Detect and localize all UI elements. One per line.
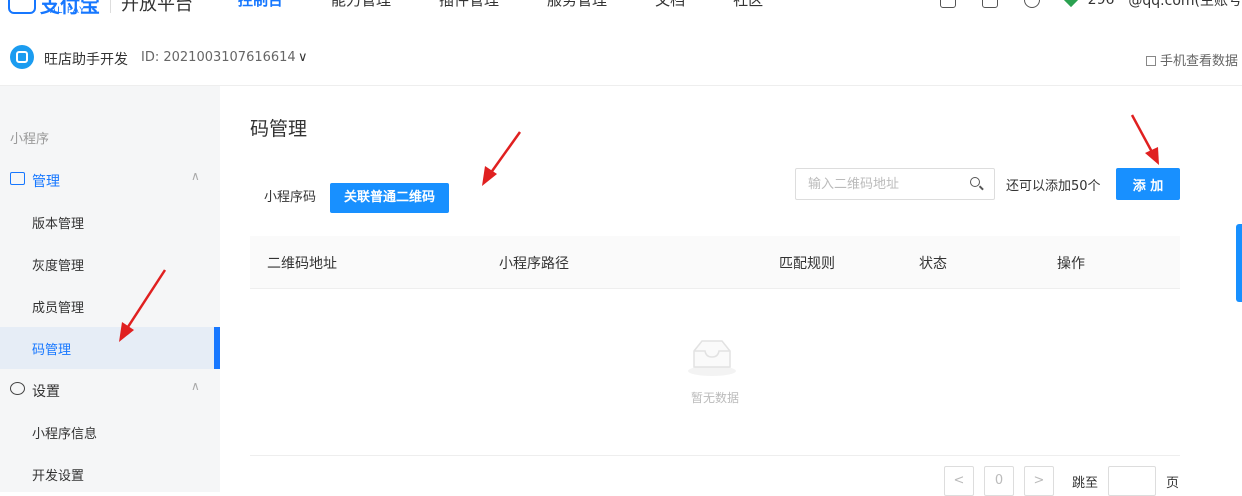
account-name[interactable]: @qq.com(主账号 (1128, 0, 1242, 10)
schedule-icon[interactable] (981, 0, 998, 8)
column-qrcode-url: 二维码地址 (267, 256, 337, 272)
sidebar-item-members[interactable]: 成员管理 (0, 285, 220, 327)
sidebar-item-label: 成员管理 (32, 301, 85, 316)
search-icon[interactable] (1023, 0, 1040, 8)
top-right-tools: 296 @qq.com(主账号 (939, 0, 1242, 10)
sidebar-item-grayscale[interactable]: 灰度管理 (0, 243, 220, 285)
empty-box-icon (688, 340, 736, 376)
tab-mini-program-code[interactable]: 小程序码 (250, 183, 330, 213)
empty-text: 暂无数据 (690, 391, 739, 405)
sidebar-item-app-info[interactable]: 小程序信息 (0, 411, 220, 453)
points-value: 296 (1087, 0, 1115, 8)
qrcode-search-box (795, 168, 995, 200)
sidebar-group-label: 管理 (32, 174, 60, 190)
sidebar-item-version[interactable]: 版本管理 (0, 201, 220, 243)
app-logo-icon (10, 45, 34, 69)
alipay-logo[interactable]: 支付宝 ALIPAY 开放平台 (0, 0, 193, 18)
sidebar-item-label: 灰度管理 (32, 259, 85, 274)
alipay-logo-icon (8, 0, 36, 14)
platform-title: 开放平台 (121, 0, 193, 15)
column-mini-program-path: 小程序路径 (499, 256, 569, 272)
nav-console[interactable]: 控制台 (238, 0, 283, 10)
annotation-arrow-add (1130, 114, 1159, 165)
logo-en-text: ALIPAY (50, 6, 86, 16)
points-icon (1063, 0, 1078, 8)
page-title: 码管理 (250, 118, 308, 140)
sidebar-group-settings[interactable]: 设置 ∧ (0, 369, 220, 411)
sidebar-item-dev-settings[interactable]: 开发设置 (0, 453, 220, 495)
top-navigation-bar: 支付宝 ALIPAY 开放平台 控制台 能力管理 插件管理 服务管理 文档 社区… (0, 0, 1242, 30)
app-switch-chevron-icon[interactable]: ∨ (298, 50, 308, 65)
remaining-quota-text: 还可以添加50个 (1006, 179, 1101, 194)
sidebar-item-code-management[interactable]: 码管理 (0, 327, 220, 369)
nav-docs[interactable]: 文档 (655, 0, 685, 10)
sidebar-item-label: 码管理 (32, 343, 72, 358)
table-header: 二维码地址 小程序路径 匹配规则 状态 操作 (250, 236, 1180, 289)
sidebar-section-title: 小程序 (10, 132, 50, 147)
nav-plugins[interactable]: 插件管理 (439, 0, 499, 10)
column-match-rule: 匹配规则 (779, 256, 835, 272)
sidebar: 小程序 管理 ∧ 版本管理 灰度管理 成员管理 码管理 设置 ∧ 小程序信息 开… (0, 86, 220, 492)
search-icon[interactable] (970, 177, 980, 187)
floating-side-handle[interactable] (1236, 224, 1242, 302)
qrcode-icon (1145, 56, 1156, 66)
chevron-up-icon: ∧ (191, 379, 200, 393)
page-suffix: 页 (1166, 475, 1180, 491)
sidebar-group-manage[interactable]: 管理 ∧ (0, 159, 220, 201)
app-header: 旺店助手开发 ID: 2021003107616614 ∨ 手机查看数据 (0, 30, 1242, 86)
nav-capability[interactable]: 能力管理 (331, 0, 391, 10)
sidebar-group-label: 设置 (32, 384, 60, 400)
tab-linked-qrcode[interactable]: 关联普通二维码 (330, 183, 450, 213)
qrcode-search-input[interactable] (806, 169, 970, 199)
nav-services[interactable]: 服务管理 (547, 0, 607, 10)
annotation-arrow-tab (482, 131, 522, 186)
sidebar-item-label: 版本管理 (32, 217, 85, 232)
app-name[interactable]: 旺店助手开发 (44, 49, 128, 69)
code-type-tabs: 小程序码 关联普通二维码 (250, 183, 450, 213)
mobile-data-label: 手机查看数据 (1159, 54, 1238, 69)
logo-divider (110, 0, 111, 13)
column-status: 状态 (919, 256, 947, 272)
add-button[interactable]: 添 加 (1116, 168, 1180, 200)
nav-community[interactable]: 社区 (733, 0, 763, 10)
gear-icon (10, 382, 25, 395)
mobile-view-data-link[interactable]: 手机查看数据 (1145, 50, 1238, 69)
app-id: ID: 2021003107616614 (141, 50, 296, 65)
jump-label: 跳至 (1072, 475, 1099, 491)
sidebar-item-label: 开发设置 (32, 469, 85, 484)
manage-icon (10, 172, 25, 185)
notification-icon[interactable] (939, 0, 956, 8)
empty-state: 暂无数据 (250, 289, 1180, 456)
column-actions: 操作 (1057, 256, 1085, 272)
top-nav: 控制台 能力管理 插件管理 服务管理 文档 社区 (238, 0, 811, 10)
chevron-up-icon: ∧ (191, 169, 200, 183)
sidebar-item-label: 小程序信息 (32, 427, 98, 442)
